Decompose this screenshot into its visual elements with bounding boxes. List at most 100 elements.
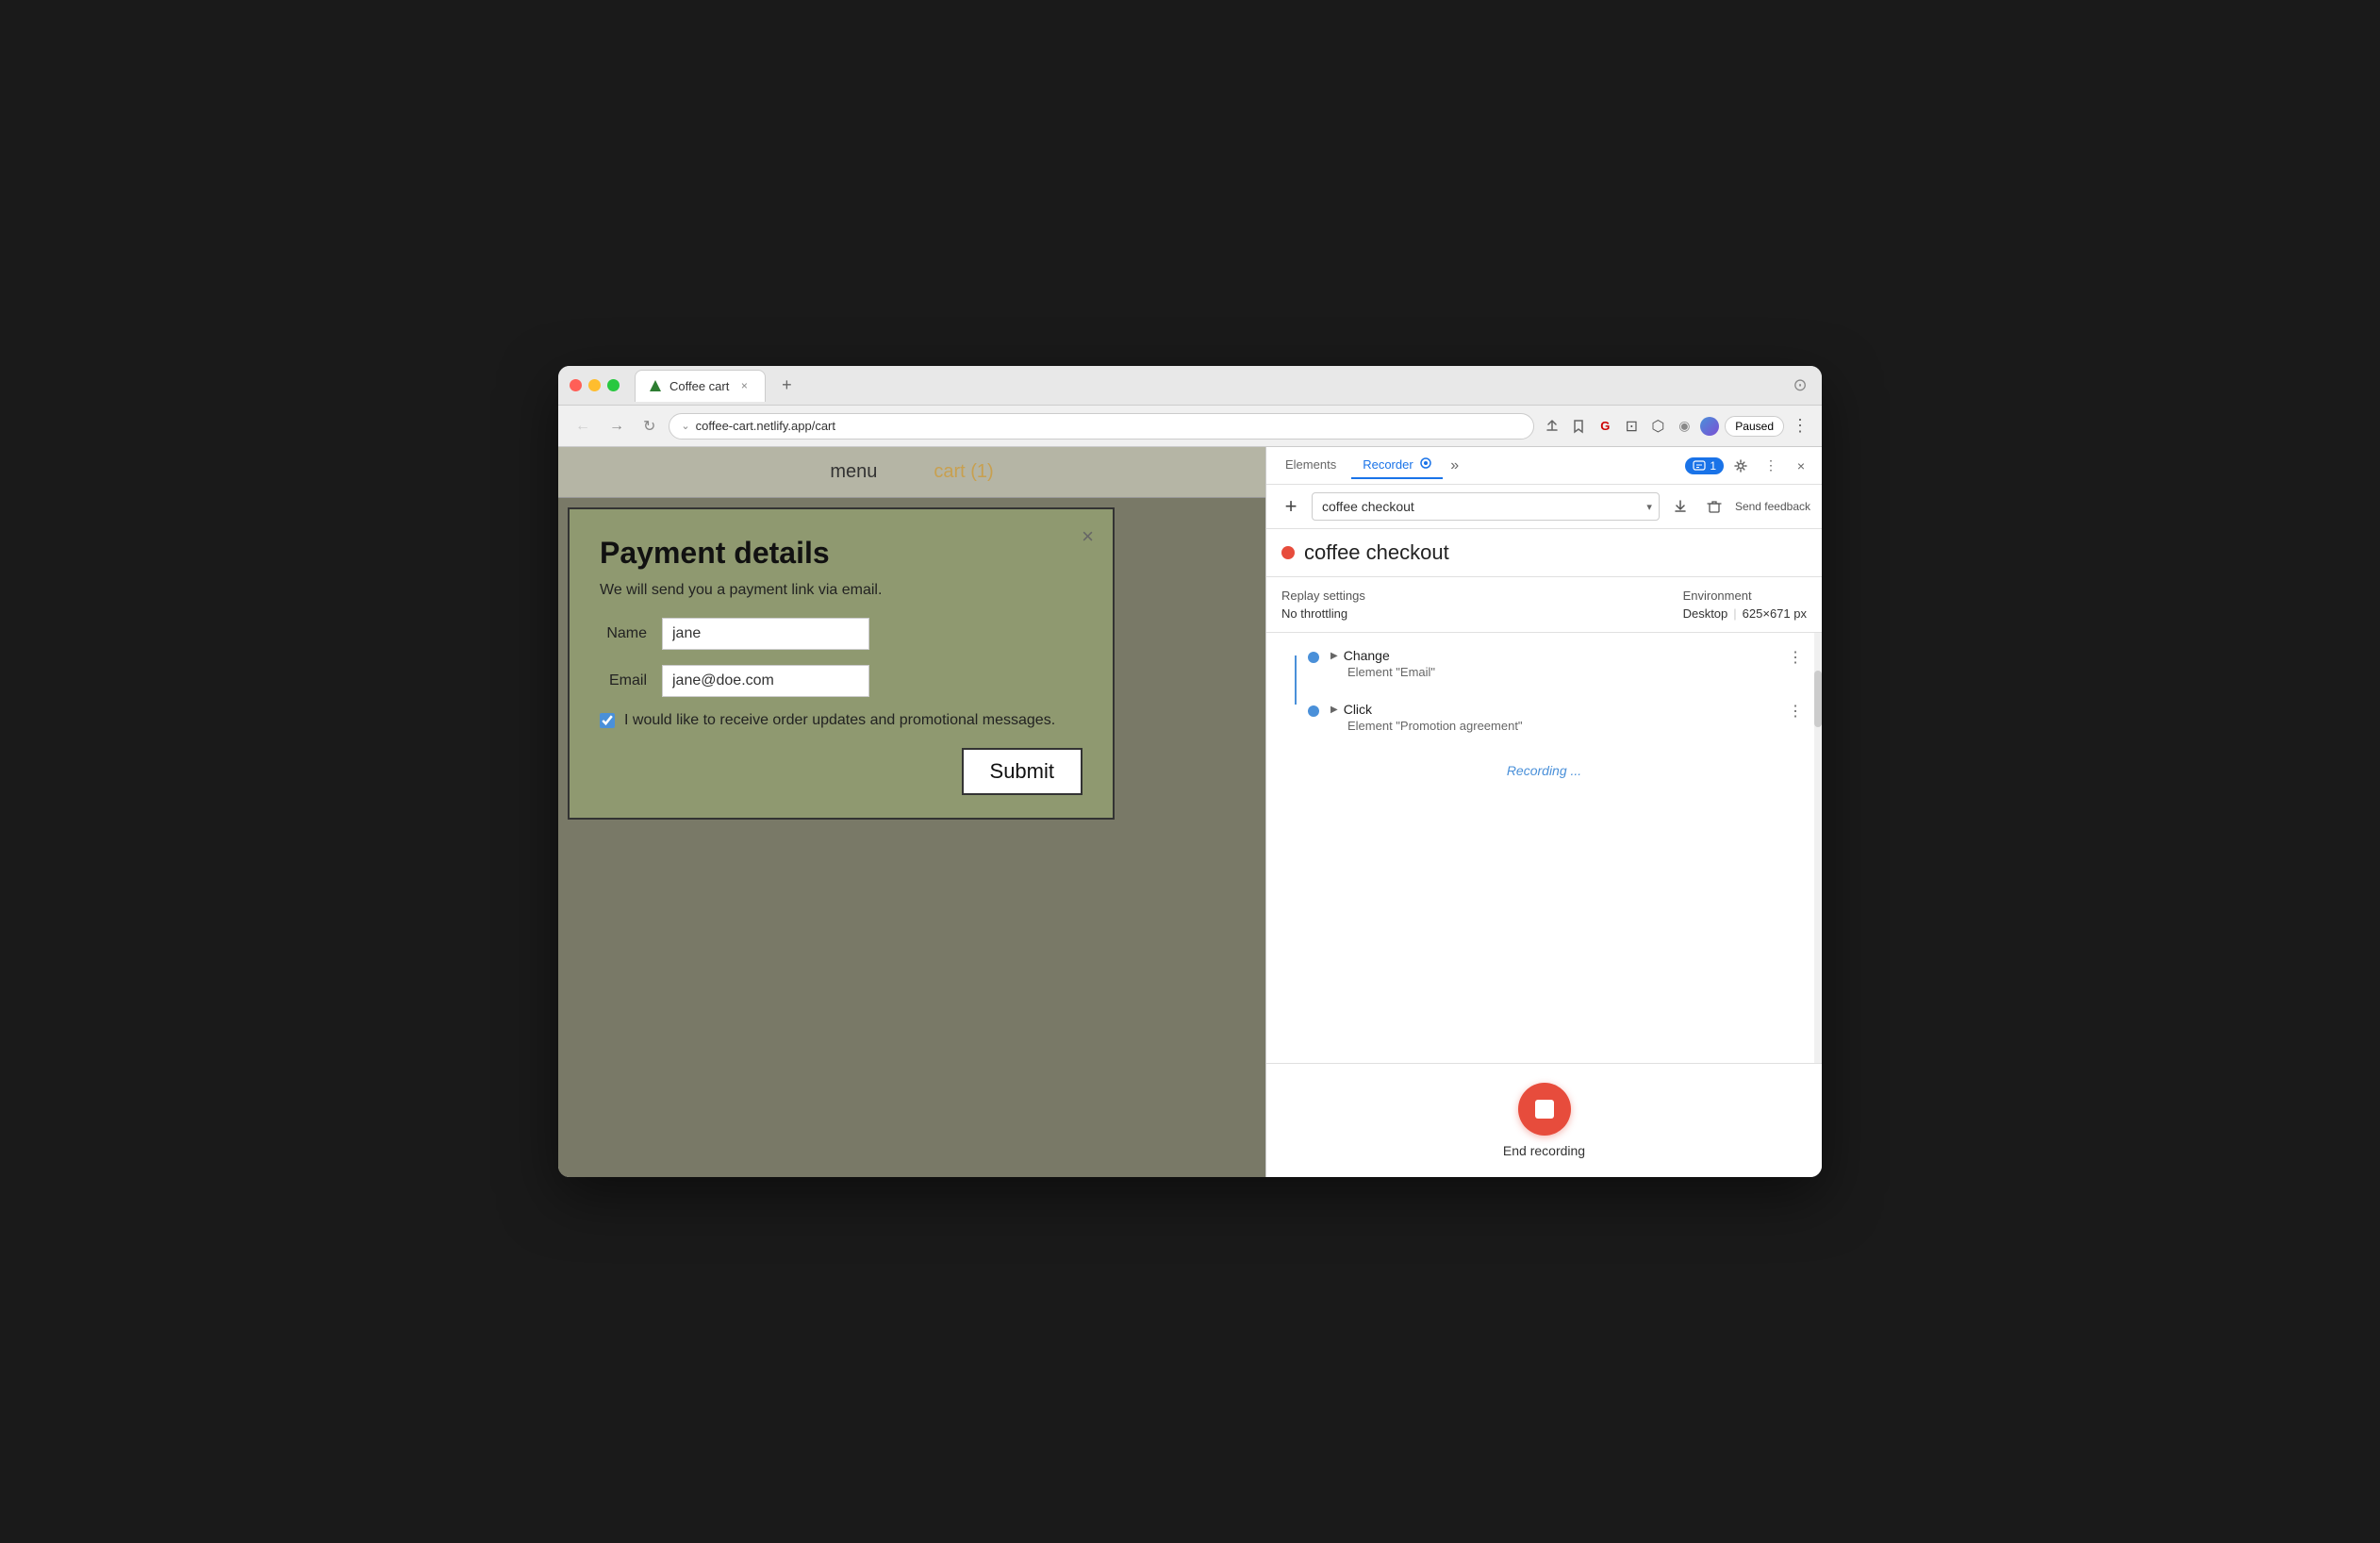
tab-bar: Coffee cart × + [635,370,1782,402]
timeline-dot-2 [1308,705,1319,717]
send-feedback-link[interactable]: Send feedback [1735,500,1810,513]
browser-window: Coffee cart × + ⊙ ← → ↻ ⌄ coffee-cart.ne… [558,366,1822,1177]
action-detail-2: Element "Promotion agreement" [1347,719,1773,733]
reload-button[interactable]: ↻ [637,413,661,440]
timeline-action-1[interactable]: ▶ Change [1330,648,1773,663]
submit-button[interactable]: Submit [962,748,1083,795]
timeline-item-menu-1[interactable]: ⋮ [1784,648,1807,667]
more-menu-icon[interactable]: ⋮ [1790,416,1810,437]
back-button[interactable]: ← [570,414,596,439]
maximize-traffic-light[interactable] [607,379,620,391]
add-recording-btn[interactable]: + [1278,493,1304,520]
email-label: Email [600,672,647,689]
recording-header: coffee checkout [1266,529,1822,577]
tab-recorder[interactable]: Recorder [1351,452,1443,479]
extension2-icon[interactable]: ⬡ [1647,416,1668,437]
devtools-menu-btn[interactable]: ⋮ [1758,453,1784,479]
action-name-1: Change [1344,648,1390,663]
site-nav: menu cart (1) [558,447,1265,498]
recording-status: Recording ... [1281,755,1807,786]
modal-subtitle: We will send you a payment link via emai… [600,582,1083,599]
name-label: Name [600,625,647,642]
environment-label: Environment [1683,589,1807,603]
env-divider: | [1733,606,1736,621]
close-traffic-light[interactable] [570,379,582,391]
stop-recording-btn[interactable] [1518,1083,1571,1136]
devtools-panel: Elements Recorder » 1 ⋮ × [1265,447,1822,1177]
timeline-area: ▶ Change Element "Email" ⋮ ▶ [1266,633,1822,1063]
recording-select[interactable]: coffee checkout [1312,492,1660,521]
submit-btn-wrap: Submit [600,748,1083,795]
tab-elements[interactable]: Elements [1274,452,1347,479]
timeline-content-1: ▶ Change Element "Email" [1330,648,1773,679]
lock-icon: ⌄ [681,420,689,432]
replay-settings: Replay settings No throttling Environmen… [1266,577,1822,633]
modal-close-button[interactable]: × [1082,524,1094,549]
avatar[interactable] [1700,417,1719,436]
email-field-row: Email [600,665,1083,697]
action-detail-1: Element "Email" [1347,665,1773,679]
end-recording-area: End recording [1266,1063,1822,1177]
timeline-action-2[interactable]: ▶ Click [1330,702,1773,717]
nav-bar: ← → ↻ ⌄ coffee-cart.netlify.app/cart G ⊡… [558,406,1822,447]
address-bar[interactable]: ⌄ coffee-cart.netlify.app/cart [669,413,1534,440]
scrollbar-track[interactable] [1814,633,1822,1063]
traffic-lights [570,379,620,391]
extensions-icon[interactable]: ⊙ [1790,375,1810,396]
timeline-item-menu-2[interactable]: ⋮ [1784,702,1807,721]
settings-icon-btn[interactable] [1727,453,1754,479]
stop-icon [1535,1100,1554,1119]
email-input[interactable] [662,665,869,697]
tab-close-button[interactable]: × [736,378,752,393]
main-area: menu cart (1) Total: $19.00 Ca $1 -- -- … [558,447,1822,1177]
checkbox-row: I would like to receive order updates an… [600,712,1083,729]
share-icon[interactable] [1542,416,1562,437]
modal-overlay: × Payment details We will send you a pay… [558,498,1265,1177]
modal-title: Payment details [600,536,1083,571]
recorder-toolbar: + coffee checkout ▾ Send feedback [1266,485,1822,529]
checkbox-label: I would like to receive order updates an… [624,712,1055,729]
timeline-dot-1 [1308,652,1319,663]
replay-settings-col: Replay settings No throttling [1281,589,1365,621]
title-bar: Coffee cart × + ⊙ [558,366,1822,406]
website-panel: menu cart (1) Total: $19.00 Ca $1 -- -- … [558,447,1265,1177]
menu-nav-link[interactable]: menu [830,461,877,483]
delete-btn[interactable] [1701,493,1727,520]
replay-settings-label: Replay settings [1281,589,1365,603]
cart-nav-link[interactable]: cart (1) [934,461,993,483]
payment-modal: × Payment details We will send you a pay… [568,507,1115,820]
env-resolution: 625×671 px [1743,606,1807,621]
action-name-2: Click [1344,702,1372,717]
nav-icons: G ⊡ ⬡ ◉ Paused ⋮ [1542,416,1810,437]
timeline-item: ▶ Change Element "Email" ⋮ [1308,648,1807,679]
throttling-value: No throttling [1281,606,1365,621]
devtools-tab-icons: 1 ⋮ × [1685,453,1814,479]
devtools-close-btn[interactable]: × [1788,453,1814,479]
tab-title: Coffee cart [669,379,729,393]
site-content: Total: $19.00 Ca $1 -- -- 00 -- -- × Pay… [558,498,1265,1177]
timeline-line [1295,655,1297,705]
new-tab-button[interactable]: + [773,373,800,399]
env-desktop: Desktop [1683,606,1728,621]
promotion-checkbox[interactable] [600,713,615,728]
badge-count: 1 [1710,459,1716,473]
message-badge[interactable]: 1 [1685,457,1724,474]
paused-button[interactable]: Paused [1725,416,1784,437]
url-text: coffee-cart.netlify.app/cart [696,419,1523,433]
name-input[interactable] [662,618,869,650]
chevron-right-icon-1: ▶ [1330,651,1338,661]
browser-tab[interactable]: Coffee cart × [635,370,766,402]
extension1-icon[interactable]: ⊡ [1621,416,1642,437]
more-tabs-icon[interactable]: » [1450,457,1459,474]
bookmark-icon[interactable] [1568,416,1589,437]
minimize-traffic-light[interactable] [588,379,601,391]
paused-label: Paused [1735,420,1774,433]
scrollbar-thumb[interactable] [1814,671,1822,727]
environment-col: Environment Desktop | 625×671 px [1683,589,1807,621]
grammarly-icon[interactable]: G [1595,416,1615,437]
export-btn[interactable] [1667,493,1694,520]
environment-value: Desktop | 625×671 px [1683,606,1807,621]
forward-button[interactable]: → [603,414,630,439]
recording-title: coffee checkout [1304,540,1449,565]
extension3-icon[interactable]: ◉ [1674,416,1694,437]
